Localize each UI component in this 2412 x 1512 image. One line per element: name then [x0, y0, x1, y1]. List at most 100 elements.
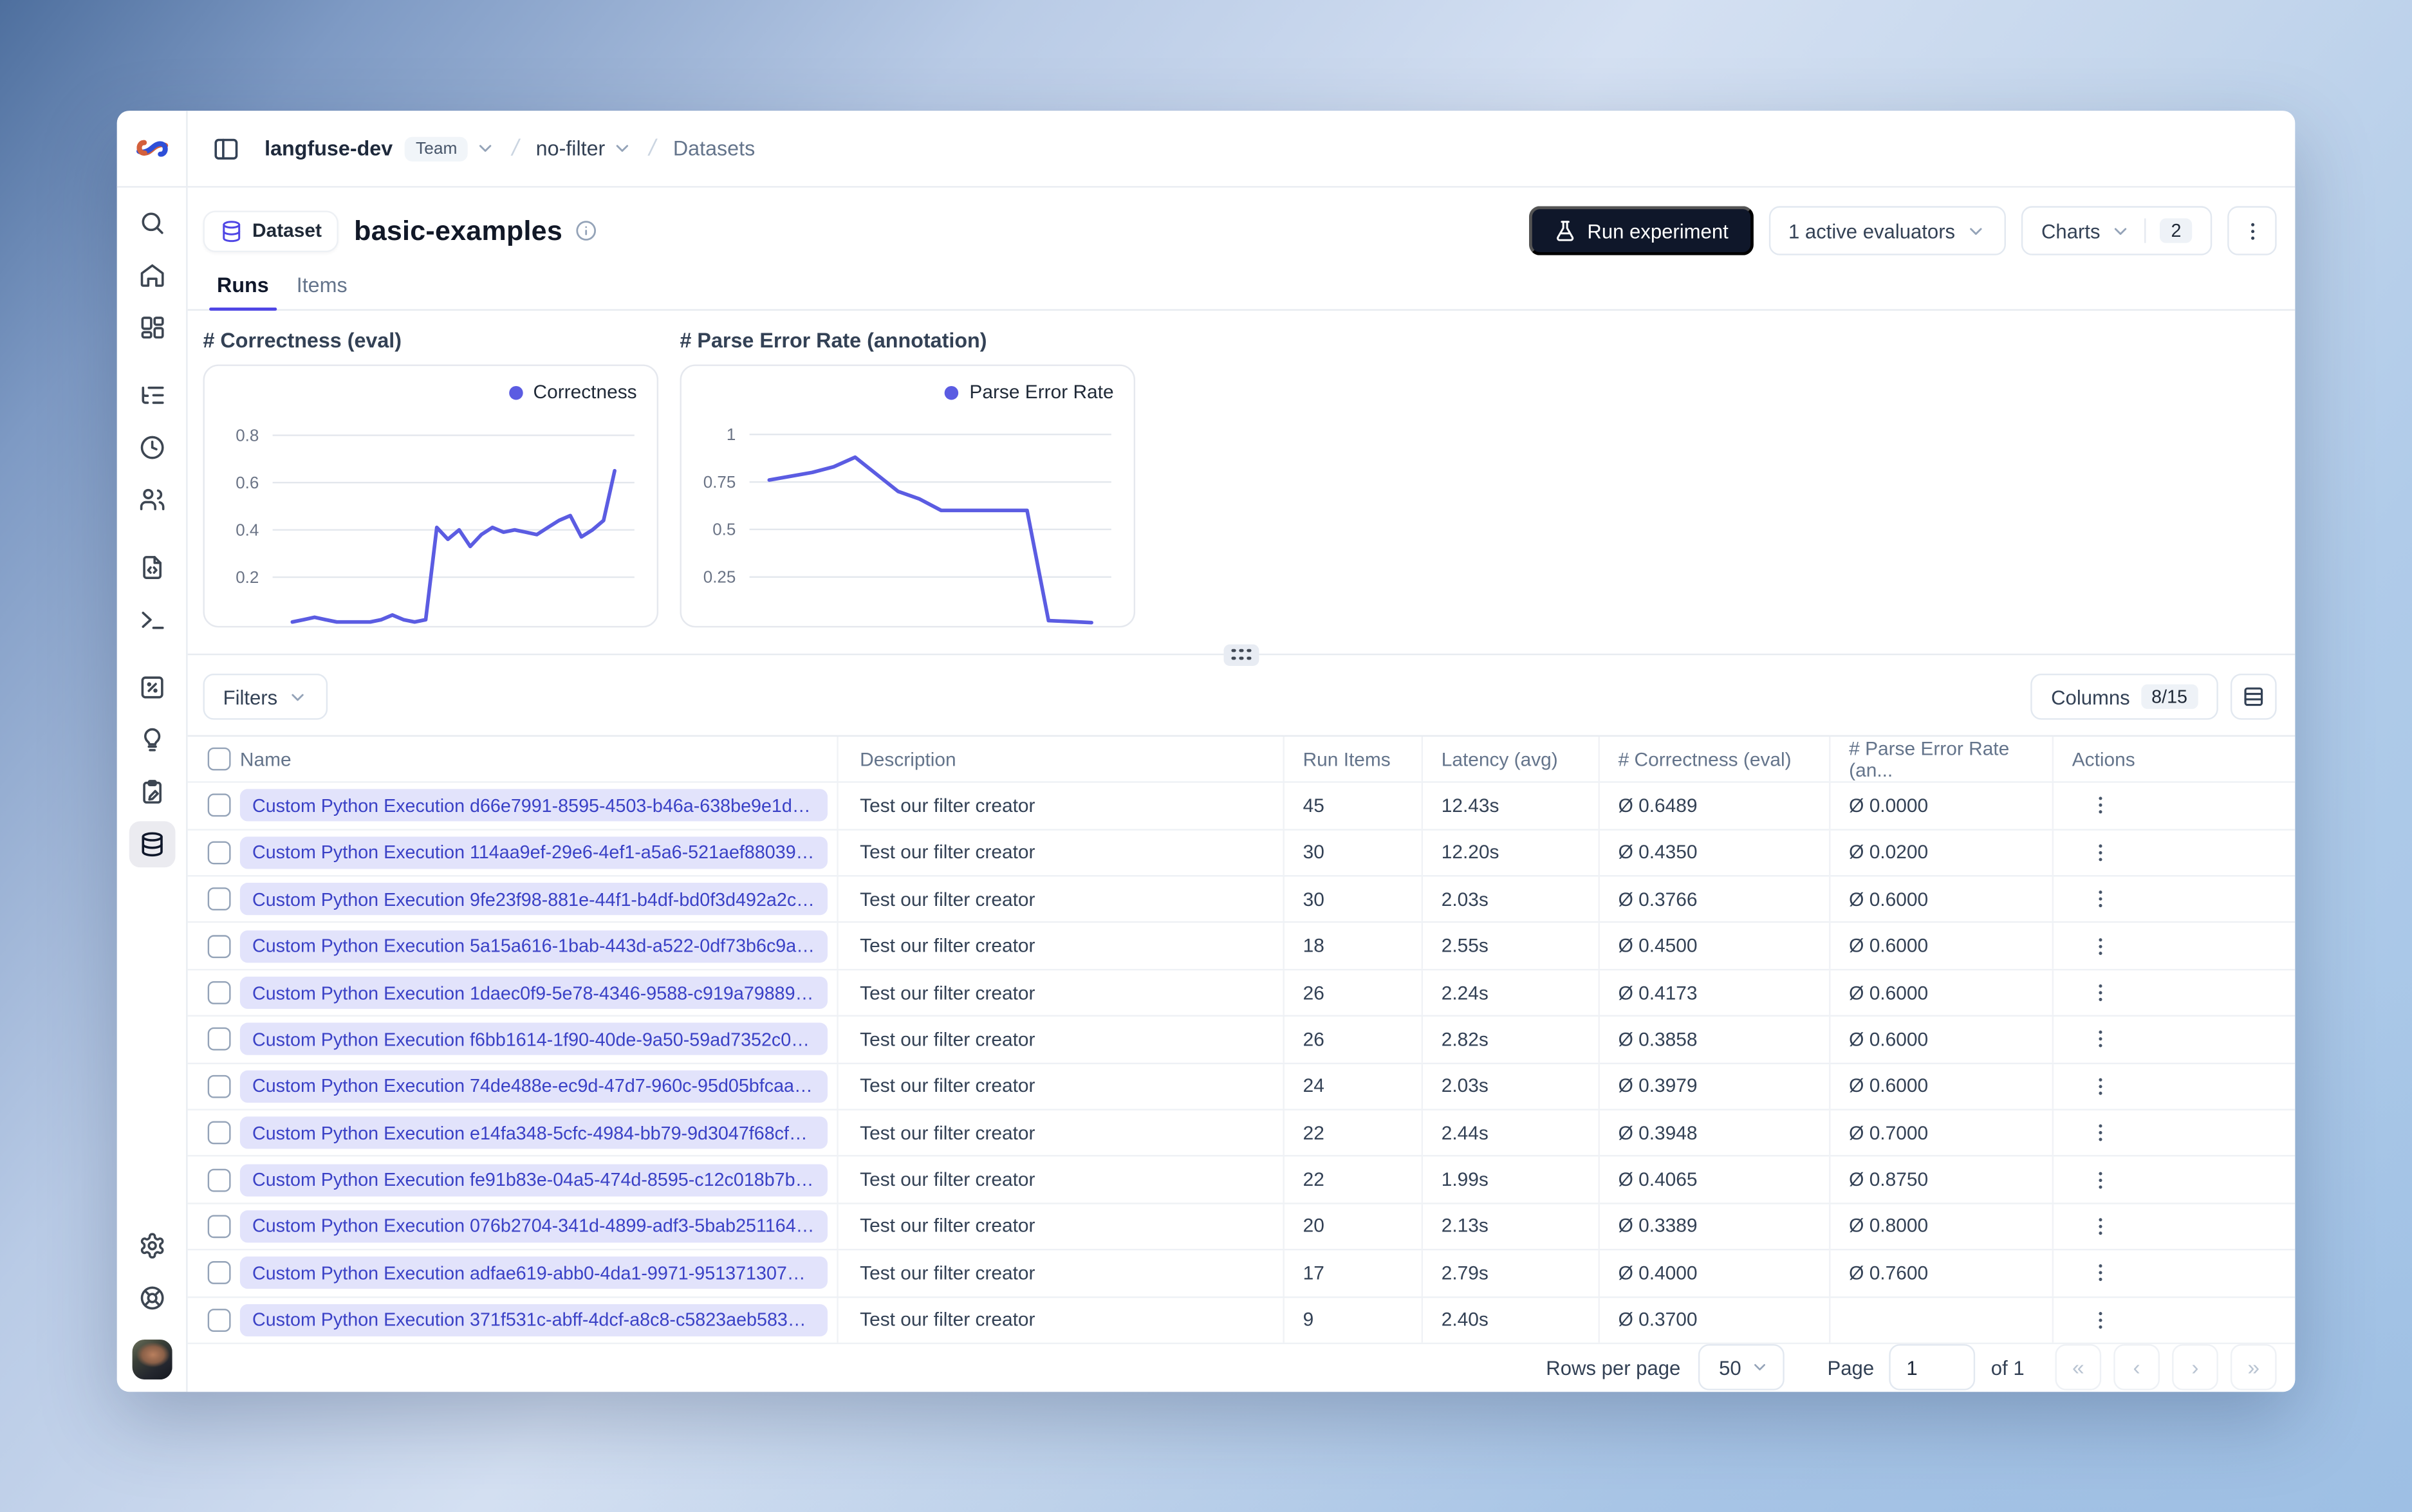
sidebar-item-users[interactable] [129, 477, 175, 523]
column-header-latency[interactable]: Latency (avg) [1423, 737, 1600, 782]
row-actions-button[interactable] [2081, 1208, 2118, 1244]
row-checkbox[interactable] [207, 1168, 231, 1192]
rows-per-page-select[interactable]: 50 [1699, 1345, 1785, 1391]
row-checkbox[interactable] [207, 1074, 231, 1098]
chart-title: # Parse Error Rate (annotation) [680, 329, 987, 353]
sidebar-item-prompts[interactable] [129, 544, 175, 591]
row-actions-button[interactable] [2081, 928, 2118, 964]
row-checkbox[interactable] [207, 794, 231, 818]
select-all-checkbox[interactable] [207, 748, 231, 771]
run-name-link[interactable]: Custom Python Execution adfae619-abb0-4d… [239, 1257, 828, 1289]
active-evaluators-button[interactable]: 1 active evaluators [1768, 206, 2006, 255]
table-row: Custom Python Execution e14fa348-5cfc-49… [187, 1110, 2296, 1157]
sidebar-item-tracing[interactable] [129, 372, 175, 418]
dataset-header: Dataset basic-examples Run experiment 1 … [203, 206, 2277, 255]
column-header-description[interactable]: Description [839, 737, 1285, 782]
run-name-link[interactable]: Custom Python Execution 9fe23f98-881e-44… [239, 883, 828, 916]
last-page-button[interactable]: » [2230, 1345, 2277, 1391]
page-input[interactable] [1889, 1345, 1976, 1391]
project-plan-badge: Team [405, 136, 468, 161]
row-checkbox[interactable] [207, 1308, 231, 1332]
life-buoy-icon [138, 1284, 165, 1312]
column-header-correctness[interactable]: # Correctness (eval) [1600, 737, 1831, 782]
run-description: Test our filter creator [839, 876, 1285, 922]
next-page-button[interactable]: › [2172, 1345, 2218, 1391]
sidebar-item-sessions[interactable] [129, 425, 175, 471]
run-name-link[interactable]: Custom Python Execution 74de488e-ec9d-47… [239, 1070, 828, 1103]
parse-error-value: Ø 0.7000 [1830, 1110, 2054, 1156]
latency-value: 1.99s [1423, 1157, 1600, 1203]
run-experiment-button[interactable]: Run experiment [1528, 206, 1754, 255]
percent-square-icon [138, 674, 165, 701]
sidebar-toggle-icon[interactable] [212, 134, 240, 162]
row-actions-button[interactable] [2081, 834, 2118, 871]
home-icon [138, 261, 165, 289]
row-checkbox[interactable] [207, 1215, 231, 1239]
column-header-name[interactable]: Name [240, 748, 292, 770]
row-actions-button[interactable] [2081, 1068, 2118, 1105]
chevron-down-icon[interactable] [476, 138, 496, 158]
first-page-button[interactable]: « [2055, 1345, 2102, 1391]
row-checkbox[interactable] [207, 1121, 231, 1145]
filters-button[interactable]: Filters [203, 674, 329, 721]
breadcrumb-project[interactable]: langfuse-dev [264, 137, 393, 160]
row-actions-button[interactable] [2081, 1021, 2118, 1058]
sidebar-item-evaluation[interactable] [129, 717, 175, 763]
run-name-link[interactable]: Custom Python Execution 371f531c-abff-4d… [239, 1304, 828, 1336]
row-checkbox[interactable] [207, 934, 231, 958]
run-name-link[interactable]: Custom Python Execution 5a15a616-1bab-44… [239, 930, 828, 963]
row-actions-button[interactable] [2081, 1302, 2118, 1338]
row-checkbox[interactable] [207, 841, 231, 864]
run-name-link[interactable]: Custom Python Execution fe91b83e-04a5-47… [239, 1163, 828, 1196]
table-toolbar-right: Columns 8/15 [2031, 674, 2277, 721]
sidebar-item-home[interactable] [129, 252, 175, 299]
charts-toggle-button[interactable]: Charts 2 [2021, 206, 2213, 255]
row-actions-button[interactable] [2081, 881, 2118, 917]
user-avatar[interactable] [131, 1339, 172, 1380]
row-actions-button[interactable] [2081, 974, 2118, 1011]
info-icon[interactable] [575, 220, 596, 241]
run-name-link[interactable]: Custom Python Execution 076b2704-341d-48… [239, 1210, 828, 1243]
breadcrumb-page[interactable]: Datasets [673, 137, 755, 160]
run-name-link[interactable]: Custom Python Execution e14fa348-5cfc-49… [239, 1116, 828, 1149]
latency-value: 2.44s [1423, 1110, 1600, 1156]
tab-runs[interactable]: Runs [203, 264, 283, 311]
run-name-link[interactable]: Custom Python Execution 1daec0f9-5e78-43… [239, 976, 828, 1010]
legend-label: Correctness [533, 381, 637, 403]
breadcrumb-environment[interactable]: no-filter [536, 137, 606, 160]
tab-items[interactable]: Items [283, 264, 361, 309]
chevron-down-icon[interactable] [613, 138, 633, 158]
row-checkbox[interactable] [207, 981, 231, 1004]
sidebar-item-annotation-queues[interactable] [129, 769, 175, 815]
latency-value: 2.13s [1423, 1204, 1600, 1249]
column-header-parse-error[interactable]: # Parse Error Rate (an... [1830, 737, 2054, 782]
sidebar-item-dashboards[interactable] [129, 304, 175, 351]
row-actions-button[interactable] [2081, 1114, 2118, 1151]
table-header-row: Name Description Run Items Latency (avg)… [187, 737, 2296, 784]
run-items-value: 18 [1285, 923, 1424, 969]
run-name-link[interactable]: Custom Python Execution d66e7991-8595-45… [239, 789, 828, 822]
row-actions-button[interactable] [2081, 788, 2118, 824]
sidebar-item-settings[interactable] [129, 1222, 175, 1269]
previous-page-button[interactable]: ‹ [2113, 1345, 2160, 1391]
sidebar-item-datasets[interactable] [128, 821, 175, 868]
sidebar-item-playground[interactable] [129, 596, 175, 643]
dashboard-icon [138, 314, 165, 342]
row-checkbox[interactable] [207, 1028, 231, 1051]
row-height-button[interactable] [2230, 674, 2277, 721]
more-options-button[interactable] [2227, 206, 2277, 255]
sidebar-item-scores[interactable] [129, 665, 175, 711]
runs-table: Name Description Run Items Latency (avg)… [187, 735, 2296, 1344]
run-name-link[interactable]: Custom Python Execution 114aa9ef-29e6-4e… [239, 836, 828, 869]
row-checkbox[interactable] [207, 1261, 231, 1285]
row-checkbox[interactable] [207, 887, 231, 911]
resize-grip-handle[interactable] [1223, 643, 1259, 666]
column-header-run-items[interactable]: Run Items [1285, 737, 1424, 782]
columns-button[interactable]: Columns 8/15 [2031, 674, 2218, 721]
columns-count-badge: 8/15 [2140, 685, 2198, 710]
sidebar-item-support[interactable] [129, 1275, 175, 1322]
row-actions-button[interactable] [2081, 1161, 2118, 1198]
row-actions-button[interactable] [2081, 1255, 2118, 1291]
sidebar-item-search[interactable] [129, 200, 175, 246]
run-name-link[interactable]: Custom Python Execution f6bb1614-1f90-40… [239, 1023, 828, 1056]
